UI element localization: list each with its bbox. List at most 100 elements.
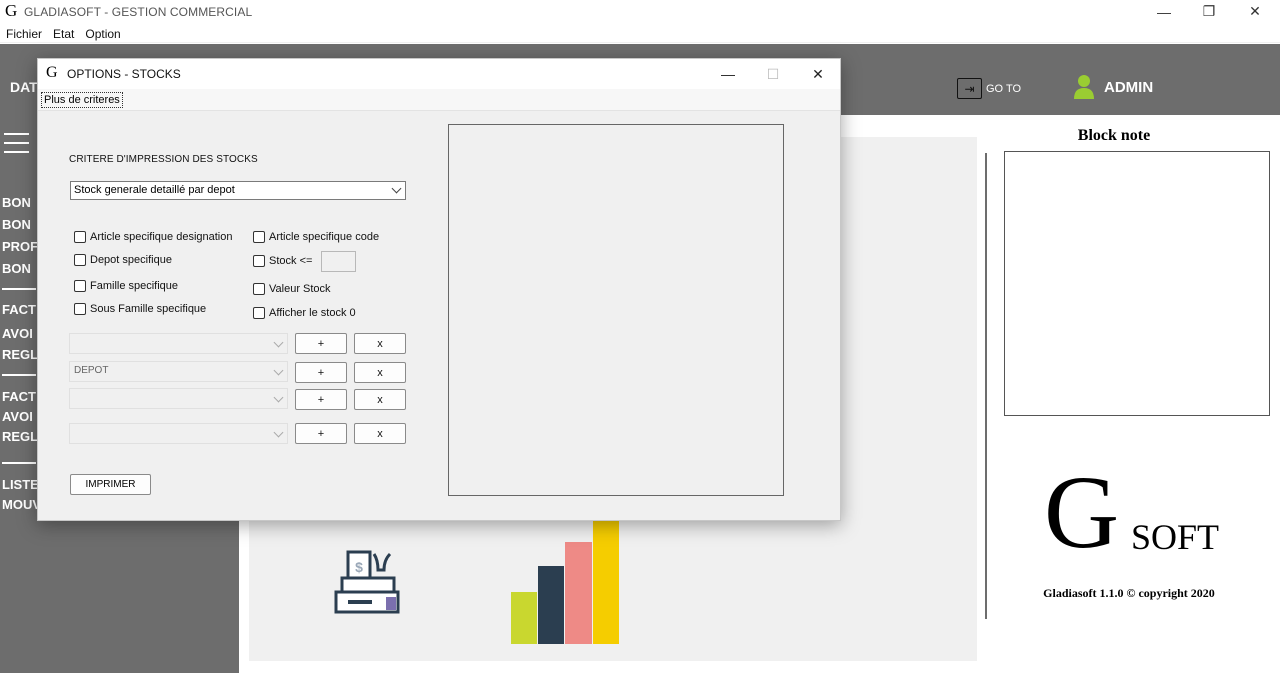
remove-button[interactable]: x	[354, 423, 406, 444]
sidebar-item-avoi-1[interactable]: AVOI	[2, 326, 33, 341]
checkbox-box[interactable]	[253, 231, 265, 243]
stock-threshold-input[interactable]	[321, 251, 356, 272]
copyright-text: Gladiasoft 1.1.0 © copyright 2020	[1043, 586, 1215, 600]
checkbox-box[interactable]	[253, 255, 265, 267]
checkbox-depot-specifique[interactable]: Depot specifique	[74, 254, 172, 266]
close-button[interactable]: ✕	[1232, 0, 1278, 23]
bar-chart-bar-3	[565, 542, 592, 644]
maximize-icon: ☐	[766, 65, 780, 82]
sidebar-divider	[2, 462, 36, 464]
preview-panel	[448, 124, 784, 496]
menu-fichier[interactable]: Fichier	[6, 23, 42, 42]
gsoft-logo-soft: SOFT	[1131, 517, 1220, 557]
bar-chart-bar-2	[538, 566, 564, 644]
checkbox-box[interactable]	[74, 280, 86, 292]
checkbox-label: Famille specifique	[90, 280, 179, 292]
app-title: GLADIASOFT - GESTION COMMERCIAL	[24, 5, 253, 19]
dialog-title-bar: G OPTIONS - STOCKS — ☐ ✕	[38, 59, 840, 89]
bar-chart-icon[interactable]	[509, 520, 621, 646]
checkbox-box[interactable]	[253, 307, 265, 319]
app-logo: G	[5, 1, 18, 20]
sidebar-item-liste[interactable]: LISTE	[2, 477, 39, 492]
print-button[interactable]: IMPRIMER	[70, 474, 151, 495]
block-note-textarea[interactable]	[1004, 151, 1270, 416]
goto-button[interactable]: ⇥ GO TO	[957, 78, 1021, 99]
add-button[interactable]: +	[295, 362, 347, 383]
combo-depot: DEPOT	[69, 361, 288, 382]
user-label: ADMIN	[1104, 78, 1154, 96]
user-menu[interactable]: ADMIN	[1073, 74, 1153, 100]
close-icon: ✕	[1249, 3, 1261, 19]
gsoft-logo-g: G	[1044, 455, 1120, 570]
chevron-down-icon	[391, 183, 402, 194]
sidebar-item-prof[interactable]: PROF	[2, 239, 38, 254]
cash-register-icon[interactable]: $	[334, 550, 402, 616]
header-left-text: DAT	[10, 79, 38, 95]
chevron-down-icon	[273, 337, 284, 348]
remove-button[interactable]: x	[354, 333, 406, 354]
remove-button[interactable]: x	[354, 389, 406, 410]
criteria-label: CRITERE D'IMPRESSION DES STOCKS	[69, 154, 258, 165]
checkbox-box[interactable]	[74, 254, 86, 266]
tab-plus-de-criteres[interactable]: Plus de criteres	[41, 92, 123, 108]
user-icon	[1074, 75, 1094, 99]
checkbox-box[interactable]	[74, 231, 86, 243]
menu-etat[interactable]: Etat	[53, 23, 74, 42]
checkbox-box[interactable]	[74, 303, 86, 315]
checkbox-valeur-stock[interactable]: Valeur Stock	[253, 283, 331, 295]
gsoft-logo: G SOFT	[1044, 455, 1244, 570]
criteria-select[interactable]: Stock generale detaillé par depot	[70, 181, 406, 200]
restore-button[interactable]: ❐	[1186, 0, 1232, 23]
vertical-scrollbar[interactable]	[985, 153, 987, 619]
checkbox-label: Sous Famille specifique	[90, 303, 207, 315]
checkbox-label: Depot specifique	[90, 254, 172, 266]
chevron-down-icon	[273, 365, 284, 376]
remove-button[interactable]: x	[354, 362, 406, 383]
minimize-icon: —	[721, 66, 735, 82]
checkbox-label: Article specifique code	[269, 231, 380, 243]
sidebar-item-fact-1[interactable]: FACT	[2, 302, 36, 317]
checkbox-famille-specifique[interactable]: Famille specifique	[74, 280, 178, 292]
combo-sous-famille	[69, 423, 288, 444]
combo-article	[69, 333, 288, 354]
checkbox-article-designation[interactable]: Article specifique designation	[74, 231, 232, 243]
sidebar-item-regl-1[interactable]: REGL	[2, 347, 38, 362]
restore-icon: ❐	[1202, 3, 1216, 19]
sidebar-item-fact-2[interactable]: FACT	[2, 389, 36, 404]
checkbox-afficher-stock-0[interactable]: Afficher le stock 0	[253, 307, 356, 319]
checkbox-article-code[interactable]: Article specifique code	[253, 231, 379, 243]
sidebar-divider	[2, 288, 36, 290]
combo-famille	[69, 388, 288, 409]
minimize-icon: —	[1157, 3, 1171, 20]
sidebar-item-mouv[interactable]: MOUV	[2, 497, 41, 512]
menubar: Fichier Etat Option	[0, 23, 1280, 43]
dialog-minimize-button[interactable]: —	[705, 59, 751, 89]
checkbox-label: Afficher le stock 0	[269, 307, 356, 319]
sidebar-item-bon-1[interactable]: BON	[2, 195, 31, 210]
checkbox-sous-famille-specifique[interactable]: Sous Famille specifique	[74, 303, 206, 315]
checkbox-stock-le[interactable]: Stock <=	[253, 255, 312, 267]
hamburger-menu-icon[interactable]	[4, 133, 29, 160]
bar-chart-bar-4	[593, 520, 619, 644]
bar-chart-bar-1	[511, 592, 537, 644]
svg-text:$: $	[355, 559, 363, 575]
checkbox-label: Article specifique designation	[90, 231, 233, 243]
block-note-title: Block note	[1077, 127, 1151, 144]
sidebar-item-bon-2[interactable]: BON	[2, 217, 31, 232]
sidebar-item-bon-3[interactable]: BON	[2, 261, 31, 276]
goto-label: GO TO	[986, 82, 1022, 95]
add-button[interactable]: +	[295, 389, 347, 410]
checkbox-box[interactable]	[253, 283, 265, 295]
checkbox-label: Valeur Stock	[269, 283, 331, 295]
dialog-close-button[interactable]: ✕	[795, 59, 841, 89]
add-button[interactable]: +	[295, 423, 347, 444]
combo-value: DEPOT	[74, 365, 109, 376]
sidebar-item-avoi-2[interactable]: AVOI	[2, 409, 33, 424]
dialog-maximize-button: ☐	[750, 59, 796, 89]
options-stocks-dialog: G OPTIONS - STOCKS — ☐ ✕ Plus de critere…	[37, 58, 841, 521]
minimize-button[interactable]: —	[1141, 0, 1187, 23]
sidebar-item-regl-2[interactable]: REGL	[2, 429, 38, 444]
add-button[interactable]: +	[295, 333, 347, 354]
dialog-title: OPTIONS - STOCKS	[67, 67, 181, 81]
menu-option[interactable]: Option	[85, 23, 120, 42]
